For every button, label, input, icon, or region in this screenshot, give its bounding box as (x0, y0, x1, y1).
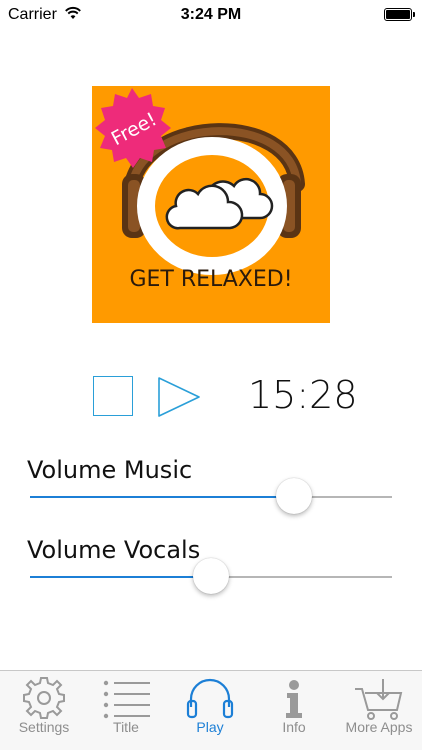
album-art: Free! GET RELAXED! (92, 86, 330, 323)
cart-icon (355, 679, 403, 720)
tab-label: More Apps (345, 719, 413, 735)
volume-music-label: Volume Music (27, 456, 193, 484)
info-icon (286, 680, 302, 718)
volume-music-slider[interactable] (30, 478, 392, 514)
volume-vocals-slider[interactable] (30, 558, 392, 594)
gear-icon (23, 677, 65, 719)
slider-thumb[interactable] (276, 478, 313, 514)
tab-play[interactable]: Play (168, 671, 252, 751)
tab-more-apps[interactable]: More Apps (337, 671, 421, 751)
slider-fill (30, 576, 211, 578)
list-icon (103, 680, 150, 719)
volume-vocals-label: Volume Vocals (27, 536, 201, 564)
play-button[interactable] (156, 376, 202, 418)
tab-info[interactable]: Info (252, 671, 336, 751)
tab-label: Info (282, 719, 306, 735)
battery-icon (384, 8, 415, 21)
tab-title[interactable]: Title (84, 671, 168, 751)
status-clock: 3:24 PM (180, 6, 242, 23)
tab-settings[interactable]: Settings (2, 671, 86, 751)
slider-thumb[interactable] (193, 558, 229, 594)
headphones-icon (186, 678, 234, 719)
playback-time: 15:28 (248, 373, 358, 417)
stop-button[interactable] (93, 376, 133, 416)
tab-label: Title (113, 719, 139, 735)
status-bar: Carrier 3:24 PM (0, 0, 422, 30)
album-title: GET RELAXED! (129, 267, 292, 292)
tab-bar: Settings Title Play Info More Apps (0, 670, 422, 750)
tab-label: Settings (18, 719, 70, 735)
tab-label: Play (196, 719, 224, 735)
slider-fill (30, 496, 295, 498)
